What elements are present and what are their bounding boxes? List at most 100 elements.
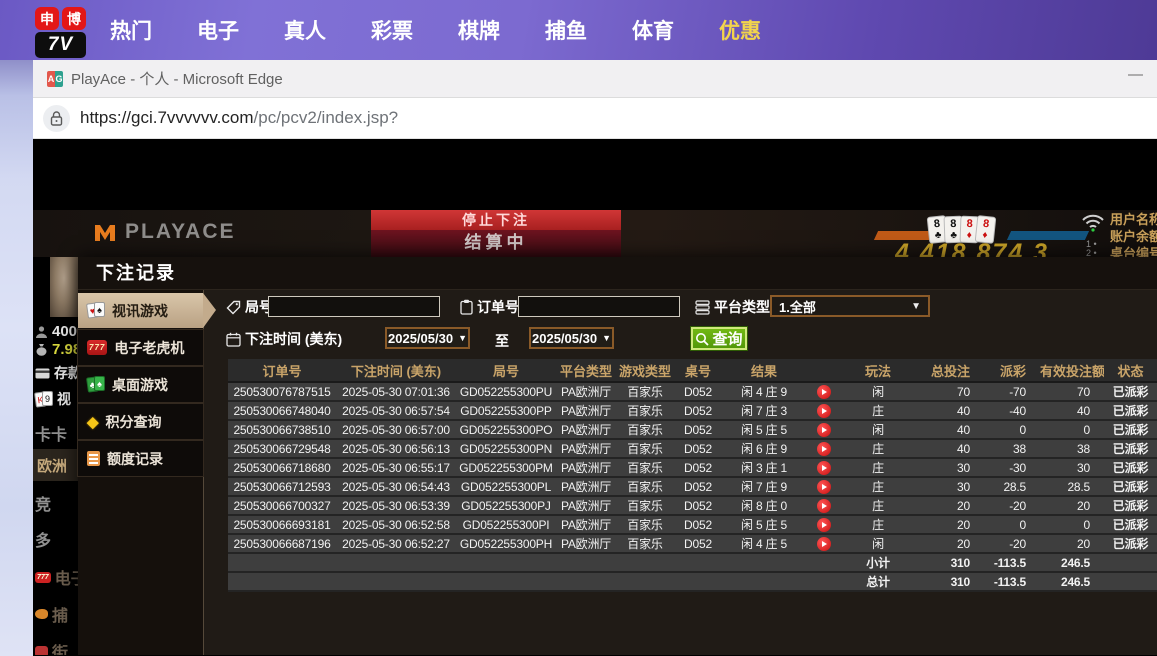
sidebar-item-3[interactable]: ◆积分查询 <box>78 404 203 439</box>
cell-payout: 28.5 <box>984 477 1040 496</box>
date-to-value: 2025/05/30 <box>532 331 597 346</box>
url-host: https://gci.7vvvvvv.com <box>80 108 254 127</box>
logo-badge-bo: 博 <box>62 7 86 30</box>
search-button-label: 查询 <box>712 328 742 349</box>
nav-item-6[interactable]: 体育 <box>632 15 674 45</box>
sidebar-item-2[interactable]: ♣♠桌面游戏 <box>78 367 203 402</box>
nav-item-1[interactable]: 电子 <box>197 15 239 45</box>
background-menu-item-2[interactable]: 竞 <box>35 491 51 515</box>
search-icon <box>695 332 709 346</box>
sidebar-item-label: 视讯游戏 <box>112 301 168 321</box>
gem-icon: ◆ <box>87 413 99 431</box>
cell-replay <box>806 458 842 477</box>
cell-platform: PA欧洲厅 <box>556 382 616 401</box>
cell-round-no: GD052255300PU <box>456 382 556 401</box>
nav-item-5[interactable]: 捕鱼 <box>545 15 587 45</box>
deposit-button[interactable]: 存款 <box>35 363 78 383</box>
cell-platform: PA欧洲厅 <box>556 439 616 458</box>
sum-total-bet: 310 <box>914 572 984 591</box>
minimize-button[interactable]: — <box>1128 66 1143 83</box>
sidebar-item-label: 额度记录 <box>107 449 163 469</box>
search-button[interactable]: 查询 <box>690 326 748 351</box>
cell-order-no: 250530066738510 <box>228 420 336 439</box>
browser-title-bar: AG PlayAce - 个人 - Microsoft Edge — <box>33 60 1157 98</box>
background-menu-item-1[interactable]: 欧洲 <box>33 449 78 481</box>
cell-play-type: 庄 <box>842 515 914 534</box>
browser-url-bar[interactable]: https://gci.7vvvvvv.com/pc/pcv2/index.js… <box>33 98 1157 139</box>
person-icon <box>35 326 48 338</box>
replay-play-icon[interactable] <box>817 404 831 418</box>
site-top-nav: 申 博 7V com 热门电子真人彩票棋牌捕鱼体育优惠 <box>0 0 1157 60</box>
clipboard-icon <box>460 299 473 315</box>
page-content: PLAYACE 停止下注 结算中 8♣8♣8♦8♦ 4,418,874.3 1 … <box>33 139 1157 655</box>
cell-game-type: 百家乐 <box>616 458 674 477</box>
table-row-7: 2505300666931812025-05-30 06:52:58GD0522… <box>228 515 1157 534</box>
replay-play-icon[interactable] <box>817 461 831 475</box>
sidebar-item-1[interactable]: 777电子老虎机 <box>78 330 203 365</box>
url-text: https://gci.7vvvvvv.com/pc/pcv2/index.js… <box>80 108 398 128</box>
background-menu-item-5[interactable]: 捕 <box>35 602 68 626</box>
background-menu-item-4[interactable]: 777电子 <box>35 565 78 589</box>
chevron-down-icon: ▼ <box>602 333 611 343</box>
sidebar-item-0[interactable]: ♥♠ 视讯游戏 <box>78 293 203 328</box>
sum-label: 小计 <box>842 553 914 572</box>
cell-platform: PA欧洲厅 <box>556 458 616 477</box>
cell-replay <box>806 439 842 458</box>
site-nav-items: 热门 电子 真人 彩票 棋牌 捕鱼 体育 优惠 <box>110 0 761 60</box>
nav-item-7[interactable]: 优惠 <box>719 15 761 45</box>
playing-cards-icon: ♥♠ <box>87 302 105 319</box>
replay-play-icon[interactable] <box>817 442 831 456</box>
replay-play-icon[interactable] <box>817 499 831 513</box>
ssl-lock-icon[interactable] <box>43 105 70 132</box>
replay-play-icon[interactable] <box>817 385 831 399</box>
cell-status: 已派彩 <box>1104 401 1157 420</box>
platform-field-group: 平台类型 <box>695 297 770 317</box>
bank-card-icon <box>35 368 50 379</box>
nav-item-4[interactable]: 棋牌 <box>458 15 500 45</box>
cell-play-type: 闲 <box>842 420 914 439</box>
playing-cards-icon: K9 <box>35 391 53 408</box>
background-menu-item-3[interactable]: 多 <box>35 527 51 551</box>
to-label: 至 <box>495 331 509 351</box>
replay-play-icon[interactable] <box>817 423 831 437</box>
background-menu-item-6[interactable]: 街 <box>35 639 68 655</box>
column-header-3: 平台类型 <box>556 359 616 382</box>
cell-play-type: 庄 <box>842 439 914 458</box>
replay-play-icon[interactable] <box>817 480 831 494</box>
cell-replay <box>806 534 842 553</box>
play-column-header <box>806 359 842 382</box>
cell-status: 已派彩 <box>1104 477 1157 496</box>
order-input[interactable] <box>518 296 680 317</box>
fish-icon <box>35 609 48 619</box>
table-row-6: 2505300667003272025-05-30 06:53:39GD0522… <box>228 496 1157 515</box>
replay-play-icon[interactable] <box>817 537 831 551</box>
subtotal-row: 小计310-113.5246.5 <box>228 553 1157 572</box>
cell-game-type: 百家乐 <box>616 515 674 534</box>
cell-replay <box>806 515 842 534</box>
sidebar-item-4[interactable]: 额度记录 <box>78 441 203 476</box>
platform-select[interactable]: 1.全部 ▼ <box>770 295 930 317</box>
cell-replay <box>806 477 842 496</box>
cell-valid-bet: 0 <box>1040 420 1104 439</box>
nav-item-0[interactable]: 热门 <box>110 15 152 45</box>
cell-play-type: 庄 <box>842 458 914 477</box>
replay-play-icon[interactable] <box>817 518 831 532</box>
cell-payout: -70 <box>984 382 1040 401</box>
online-users-stat: 4003 <box>35 323 78 340</box>
cell-platform: PA欧洲厅 <box>556 496 616 515</box>
cell-payout: -40 <box>984 401 1040 420</box>
date-to-picker[interactable]: 2025/05/30 ▼ <box>529 327 614 349</box>
background-menu-item-0[interactable]: 卡卡 <box>35 421 67 445</box>
video-menu-fragment[interactable]: K9 视 <box>35 389 71 409</box>
nav-item-2[interactable]: 真人 <box>284 15 326 45</box>
nav-item-3[interactable]: 彩票 <box>371 15 413 45</box>
cell-table-no: D052 <box>674 420 722 439</box>
sum-label: 总计 <box>842 572 914 591</box>
date-from-picker[interactable]: 2025/05/30▼ <box>385 327 470 349</box>
column-header-10: 派彩 <box>984 359 1040 382</box>
cell-valid-bet: 20 <box>1040 534 1104 553</box>
round-input[interactable] <box>268 296 440 317</box>
chevron-down-icon: ▼ <box>911 301 921 312</box>
url-path: /pc/pcv2/index.jsp? <box>254 108 399 127</box>
cell-valid-bet: 30 <box>1040 458 1104 477</box>
